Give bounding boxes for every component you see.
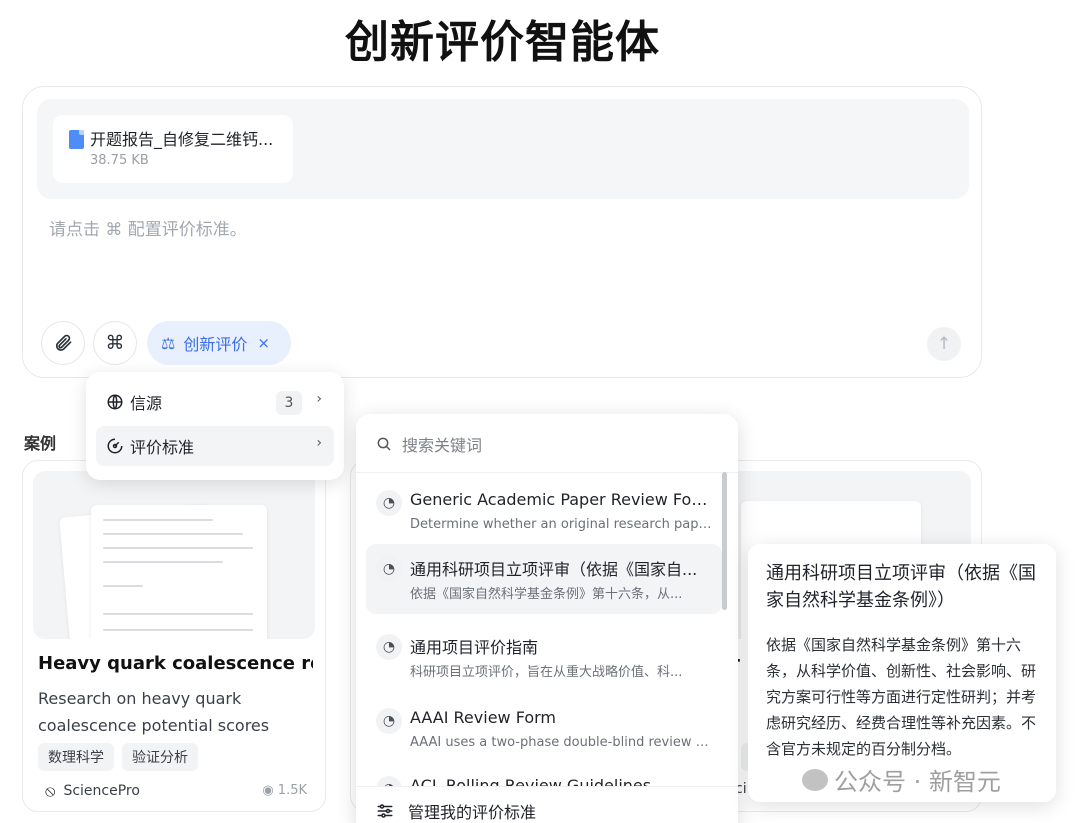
manage-label: 管理我的评价标准 <box>408 802 537 822</box>
composer: 开题报告_自修复二维钙... 38.75 KB 请点击 ⌘ 配置评价标准。 ⌘ … <box>22 86 982 378</box>
criteria-desc: 依据《国家自然科学基金条例》第十六条，从... <box>410 587 683 602</box>
gauge-icon: ◔ <box>376 556 402 582</box>
page-title: 创新评价智能体 <box>345 17 660 68</box>
case-card[interactable]: Heavy quark coalescence re... Research o… <box>22 460 326 812</box>
view-count: ◉ 1.5K <box>262 783 307 798</box>
criteria-item[interactable]: ◔ 通用项目评价指南 科研项目立项评价，旨在从重大战略价值、科... <box>366 622 722 692</box>
card-tags: 数理科学 验证分析 <box>38 743 198 771</box>
section-label: 案例 <box>24 434 57 453</box>
source-count-badge: 3 <box>276 391 302 415</box>
eval-tag[interactable]: ⚖ 创新评价 × <box>147 321 291 365</box>
criteria-item[interactable]: ◔ 通用科研项目立项评审（依据《国家自... 依据《国家自然科学基金条例》第十六… <box>366 544 722 614</box>
scale-icon: ⚖ <box>161 333 176 353</box>
criteria-desc: Determine whether an original research p… <box>410 517 712 532</box>
tooltip-title: 通用科研项目立项评审（依据《国家自然科学基金条例》） <box>766 563 1036 611</box>
card-author: ⦸ SciencePro <box>45 781 140 801</box>
globe-icon <box>107 394 123 410</box>
criteria-title: Generic Academic Paper Review Form <box>410 490 712 509</box>
criteria-search[interactable]: 搜索关键词 <box>376 432 482 456</box>
paper-image <box>91 505 267 639</box>
eye-icon: ◉ <box>262 783 274 798</box>
sciencepro-logo-icon: ⦸ <box>45 781 56 800</box>
command-button[interactable]: ⌘ <box>93 321 137 365</box>
manage-criteria-button[interactable]: 管理我的评价标准 <box>356 786 738 823</box>
command-icon: ⌘ <box>105 332 125 354</box>
gauge-icon: ◔ <box>376 490 402 516</box>
card-thumbnail <box>33 471 315 639</box>
search-icon <box>377 437 391 451</box>
gauge-icon <box>107 438 123 454</box>
card-title: Heavy quark coalescence re... <box>38 653 313 674</box>
file-name: 开题报告_自修复二维钙... <box>90 130 274 149</box>
attachment-area: 开题报告_自修复二维钙... 38.75 KB <box>37 99 969 199</box>
attach-button[interactable] <box>41 321 85 365</box>
prompt-input[interactable]: 请点击 ⌘ 配置评价标准。 <box>49 215 247 240</box>
tag: 数理科学 <box>38 743 114 771</box>
sliders-icon <box>377 803 393 818</box>
search-input[interactable]: 搜索关键词 <box>402 432 482 456</box>
author-name: SciencePro <box>63 783 140 799</box>
criteria-title: 通用科研项目立项评审（依据《国家自... <box>410 560 698 579</box>
criteria-item[interactable]: ◔ Generic Academic Paper Review Form Det… <box>366 478 722 548</box>
menu-item-sources[interactable]: 信源 3 › <box>96 382 334 422</box>
criteria-desc: AAAI uses a two-phase double-blind revie… <box>410 735 712 750</box>
chevron-right-icon: › <box>316 435 322 451</box>
file-chip[interactable]: 开题报告_自修复二维钙... 38.75 KB <box>53 115 293 183</box>
criteria-title: AAAI Review Form <box>410 708 557 727</box>
arrow-up-icon: ↑ <box>936 334 952 354</box>
send-button[interactable]: ↑ <box>927 327 961 361</box>
word-file-icon <box>69 130 84 149</box>
close-icon[interactable]: × <box>257 334 270 352</box>
menu-item-label: 评价标准 <box>130 438 195 457</box>
criteria-item[interactable]: ◔ AAAI Review Form AAAI uses a two-phase… <box>366 696 722 766</box>
eval-tag-label: 创新评价 <box>183 335 248 354</box>
wechat-icon <box>802 768 828 791</box>
menu-item-criteria[interactable]: 评价标准 › <box>96 426 334 466</box>
criteria-title: 通用项目评价指南 <box>410 638 539 657</box>
criteria-panel: 搜索关键词 ◔ Generic Academic Paper Review Fo… <box>356 414 738 823</box>
menu-item-label: 信源 <box>130 394 163 413</box>
tag: 验证分析 <box>122 743 198 771</box>
config-menu: 信源 3 › 评价标准 › <box>86 372 344 480</box>
watermark: 公众号 · 新智元 <box>802 762 1001 797</box>
divider <box>356 472 738 473</box>
scrollbar[interactable] <box>722 472 727 610</box>
criteria-desc: 科研项目立项评价，旨在从重大战略价值、科... <box>410 665 683 680</box>
tooltip-body: 依据《国家自然科学基金条例》第十六条，从科学价值、创新性、社会影响、研究方案可行… <box>766 636 1037 758</box>
paperclip-icon <box>55 334 72 351</box>
gauge-icon: ◔ <box>376 634 402 660</box>
file-size: 38.75 KB <box>90 153 149 168</box>
chevron-right-icon: › <box>316 391 322 407</box>
gauge-icon: ◔ <box>376 708 402 734</box>
watermark-text: 公众号 · 新智元 <box>834 768 1001 796</box>
